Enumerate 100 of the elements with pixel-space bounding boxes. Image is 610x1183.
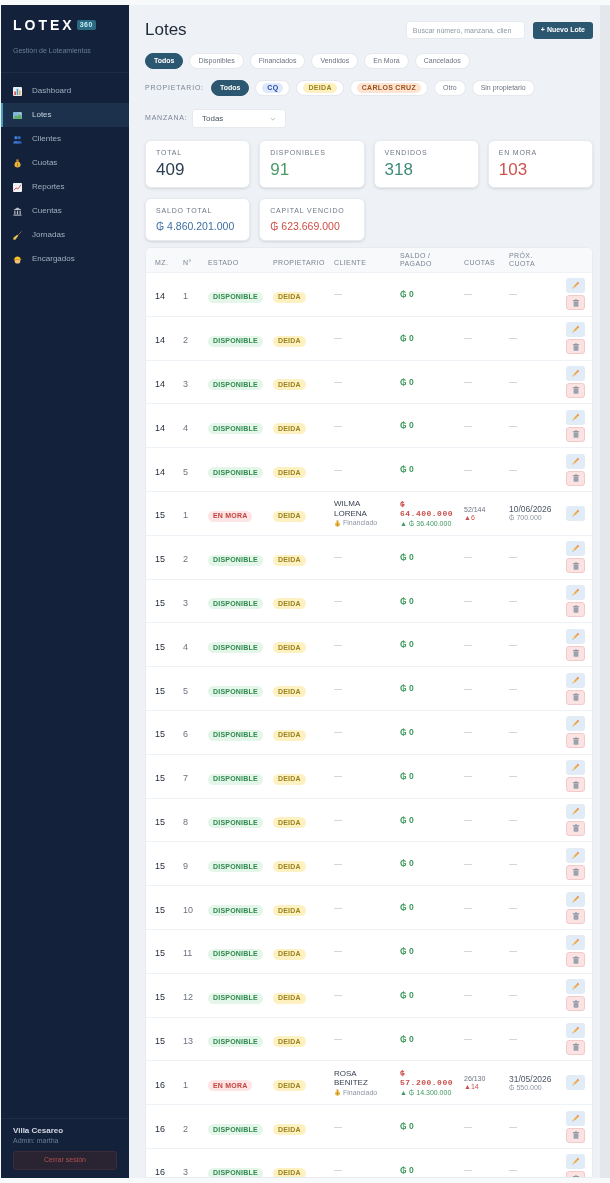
balance-amount: ₲ 0 — [400, 463, 414, 476]
edit-button[interactable] — [566, 672, 585, 688]
edit-button[interactable] — [566, 716, 585, 732]
delete-button[interactable] — [566, 426, 585, 442]
delete-button[interactable] — [566, 777, 585, 793]
block-number: 16 — [155, 1123, 165, 1134]
edit-button[interactable] — [566, 803, 585, 819]
delete-button[interactable] — [566, 996, 585, 1012]
empty-value: — — [509, 551, 517, 564]
empty-value: — — [509, 989, 517, 1002]
nav-item[interactable]: Cuotas — [1, 151, 129, 175]
edit-button[interactable] — [566, 409, 585, 425]
nav-item[interactable]: Encargados — [1, 247, 129, 271]
pencil-icon — [571, 719, 580, 729]
edit-button[interactable] — [566, 1022, 585, 1038]
empty-value: — — [509, 332, 517, 345]
delete-button[interactable] — [566, 383, 585, 398]
block-select[interactable]: Todas — [192, 109, 286, 128]
edit-button[interactable] — [566, 584, 585, 600]
nav-item[interactable]: Cuentas — [1, 199, 129, 223]
empty-value: — — [334, 1120, 342, 1133]
block-number: 15 — [155, 510, 165, 521]
block-number: 15 — [155, 641, 165, 652]
trash-icon — [571, 693, 580, 702]
balance-amount: ₲ 0 — [400, 901, 414, 914]
edit-button[interactable] — [566, 541, 585, 557]
edit-button[interactable] — [566, 1154, 585, 1170]
balance-amount: ₲ 0 — [400, 682, 414, 695]
delete-button[interactable] — [566, 295, 585, 311]
empty-value: — — [509, 857, 517, 870]
block-number: 15 — [155, 729, 165, 740]
empty-value: — — [334, 419, 342, 432]
empty-value: — — [334, 463, 342, 476]
stat-value: ₲ 4.860.201.000 — [156, 220, 235, 233]
empty-value: — — [509, 638, 517, 651]
pencil-icon — [571, 850, 580, 860]
lot-number: 5 — [183, 685, 188, 696]
empty-value: — — [334, 682, 342, 695]
client-name: ROSA BENITEZ — [334, 1068, 368, 1088]
delete-button[interactable] — [566, 689, 585, 705]
nav-item[interactable]: Clientes — [1, 127, 129, 151]
edit-button[interactable] — [566, 1110, 585, 1126]
edit-button[interactable] — [566, 453, 585, 469]
delete-button[interactable] — [566, 733, 585, 749]
balance-amount: ₲ 0 — [400, 769, 414, 783]
delete-button[interactable] — [566, 470, 585, 486]
lot-number: 2 — [183, 554, 188, 565]
delete-button[interactable] — [566, 864, 585, 880]
lot-number: 2 — [183, 335, 188, 346]
delete-button[interactable] — [566, 339, 585, 355]
nav-item[interactable]: Lotes — [1, 103, 129, 127]
pencil-icon — [571, 325, 580, 335]
edit-button[interactable] — [566, 278, 585, 294]
delete-button[interactable] — [566, 1127, 585, 1143]
delete-button[interactable] — [566, 558, 585, 574]
delete-button[interactable] — [566, 908, 585, 924]
people-icon — [13, 134, 22, 144]
edit-button[interactable] — [566, 891, 585, 907]
edit-button[interactable] — [566, 979, 585, 995]
empty-value: — — [509, 463, 517, 476]
delete-button[interactable] — [566, 820, 585, 836]
nav-item[interactable]: Jornadas — [1, 223, 129, 247]
delete-button[interactable] — [566, 645, 585, 661]
block-number: 14 — [155, 466, 165, 477]
empty-value: — — [464, 638, 472, 651]
block-number: 15 — [155, 1035, 165, 1046]
empty-value: — — [334, 945, 342, 958]
empty-value: — — [509, 901, 517, 914]
empty-value: — — [464, 419, 472, 432]
delete-button[interactable] — [566, 1039, 585, 1055]
lot-number: 3 — [183, 597, 188, 608]
trash-icon — [571, 999, 580, 1008]
client-name: WILMA LORENA — [334, 499, 367, 519]
pencil-icon — [571, 544, 580, 554]
edit-button[interactable] — [566, 760, 585, 776]
nav-item[interactable]: Reportes — [1, 175, 129, 199]
lot-number: 10 — [183, 904, 193, 915]
stat-value: 91 — [270, 160, 290, 180]
empty-value: — — [464, 551, 472, 564]
delete-button[interactable] — [566, 601, 585, 617]
block-number: 15 — [155, 860, 165, 871]
edit-button[interactable] — [566, 366, 585, 381]
money-bag-icon — [334, 519, 341, 527]
trash-icon — [571, 474, 580, 483]
block-number: 16 — [155, 1079, 165, 1090]
edit-button[interactable] — [566, 1075, 585, 1091]
delete-button[interactable] — [566, 952, 585, 968]
edit-button[interactable] — [566, 322, 585, 338]
empty-value: — — [509, 945, 517, 958]
edit-button[interactable] — [566, 628, 585, 644]
edit-button[interactable] — [566, 847, 585, 863]
block-number: 14 — [155, 335, 165, 346]
trash-icon — [571, 605, 580, 614]
nav-item[interactable]: Dashboard — [1, 79, 129, 103]
due-date: 31/05/2026 — [509, 1073, 552, 1084]
trash-icon — [571, 1131, 580, 1140]
lot-number: 13 — [183, 1035, 193, 1046]
empty-value: — — [509, 770, 517, 783]
edit-button[interactable] — [566, 935, 585, 951]
edit-button[interactable] — [566, 505, 585, 521]
